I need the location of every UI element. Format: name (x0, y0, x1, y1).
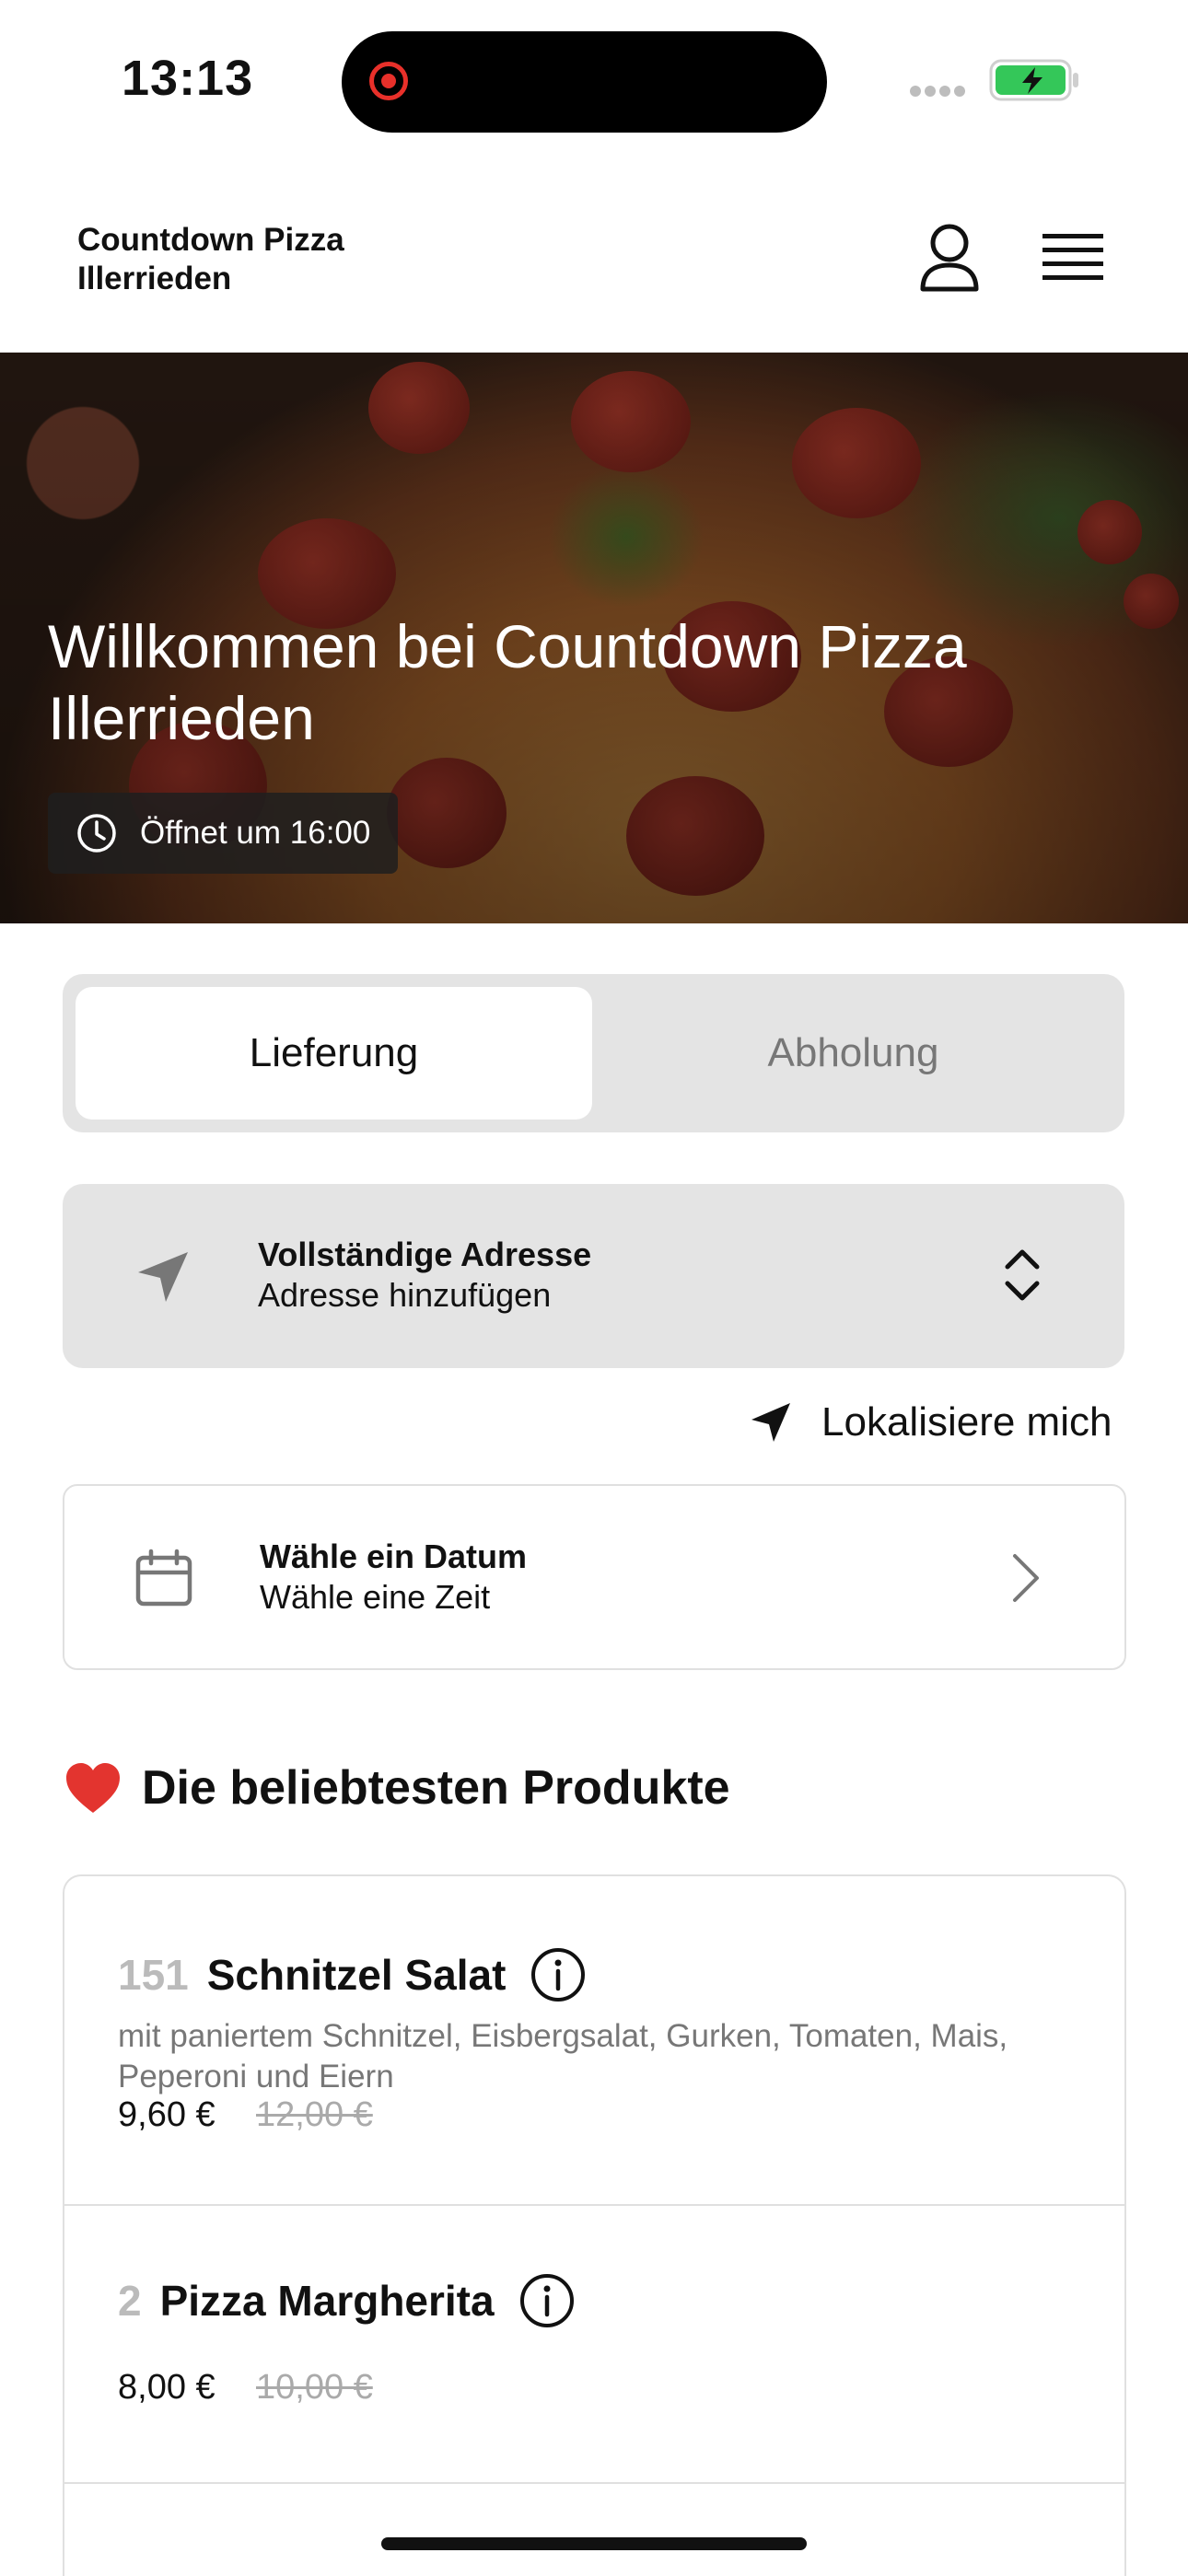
chevron-right-icon (1013, 1554, 1039, 1602)
address-subtitle: Adresse hinzufügen (258, 1276, 552, 1314)
product-price: 8,00 € (118, 2368, 215, 2407)
clock-icon (77, 814, 116, 853)
updown-chevron-icon (1005, 1249, 1040, 1301)
welcome-title: Willkommen bei Countdown Pizza Illerried… (48, 612, 967, 752)
account-button[interactable] (917, 223, 982, 293)
product-name: Pizza Margherita (159, 2277, 495, 2325)
info-icon[interactable] (530, 1946, 587, 2003)
date-subtitle: Wähle eine Zeit (260, 1578, 491, 1616)
popular-title: Die beliebtesten Produkte (142, 1761, 730, 1815)
date-time-selector[interactable]: Wähle ein Datum Wähle eine Zeit (63, 1484, 1126, 1670)
info-icon[interactable] (518, 2272, 576, 2329)
opening-hours-text: Öffnet um 16:00 (140, 815, 371, 851)
product-number: 2 (118, 2277, 142, 2325)
product-header: 151 Schnitzel Salat (118, 1946, 587, 2003)
record-icon (369, 62, 408, 100)
opening-hours-badge: Öffnet um 16:00 (48, 793, 399, 874)
menu-button[interactable] (1042, 230, 1103, 285)
product-old-price: 10,00 € (256, 2368, 373, 2407)
calendar-icon (135, 1549, 192, 1607)
product-description: mit paniertem Schnitzel, Eisbergsalat, G… (118, 2018, 1008, 2094)
user-icon (920, 224, 979, 292)
product-number: 151 (118, 1951, 189, 1999)
date-title: Wähle ein Datum (260, 1537, 528, 1575)
menu-icon (1042, 234, 1103, 280)
tab-delivery[interactable]: Lieferung (76, 987, 592, 1120)
locate-me-label: Lokalisiere mich (821, 1399, 1112, 1445)
navigation-icon (138, 1252, 188, 1302)
product-header: 2 Pizza Margherita (118, 2272, 576, 2329)
product-price: 9,60 € (118, 2095, 215, 2134)
brand-line-2: Illerrieden (77, 261, 232, 296)
popular-products-heading: Die beliebtesten Produkte (64, 1760, 730, 1816)
heart-icon (66, 1763, 120, 1813)
restaurant-name[interactable]: Countdown Pizza Illerrieden (77, 221, 344, 298)
product-list: 151 Schnitzel Salat mit paniertem Schnit… (63, 1874, 1126, 2576)
location-arrow-icon (751, 1403, 790, 1442)
dynamic-island (342, 31, 827, 133)
address-selector[interactable]: Vollständige Adresse Adresse hinzufügen (63, 1184, 1124, 1368)
address-title: Vollständige Adresse (258, 1236, 592, 1273)
locate-me-button[interactable]: Lokalisiere mich (748, 1399, 1112, 1445)
signal-icon (910, 85, 973, 98)
order-mode-toggle: Lieferung Abholung (63, 974, 1124, 1132)
home-indicator[interactable] (381, 2537, 807, 2550)
product-name: Schnitzel Salat (206, 1951, 507, 1999)
brand-line-1: Countdown Pizza (77, 222, 344, 258)
product-item[interactable]: 151 Schnitzel Salat mit paniertem Schnit… (64, 1876, 1124, 2206)
battery-icon (989, 59, 1081, 101)
status-time: 13:13 (122, 51, 254, 106)
product-old-price: 12,00 € (256, 2095, 373, 2134)
tab-pickup[interactable]: Abholung (595, 987, 1112, 1120)
hero-banner: Willkommen bei Countdown Pizza Illerried… (0, 353, 1188, 923)
product-item[interactable]: 2 Pizza Margherita 8,00 € 10,00 € (64, 2206, 1124, 2484)
